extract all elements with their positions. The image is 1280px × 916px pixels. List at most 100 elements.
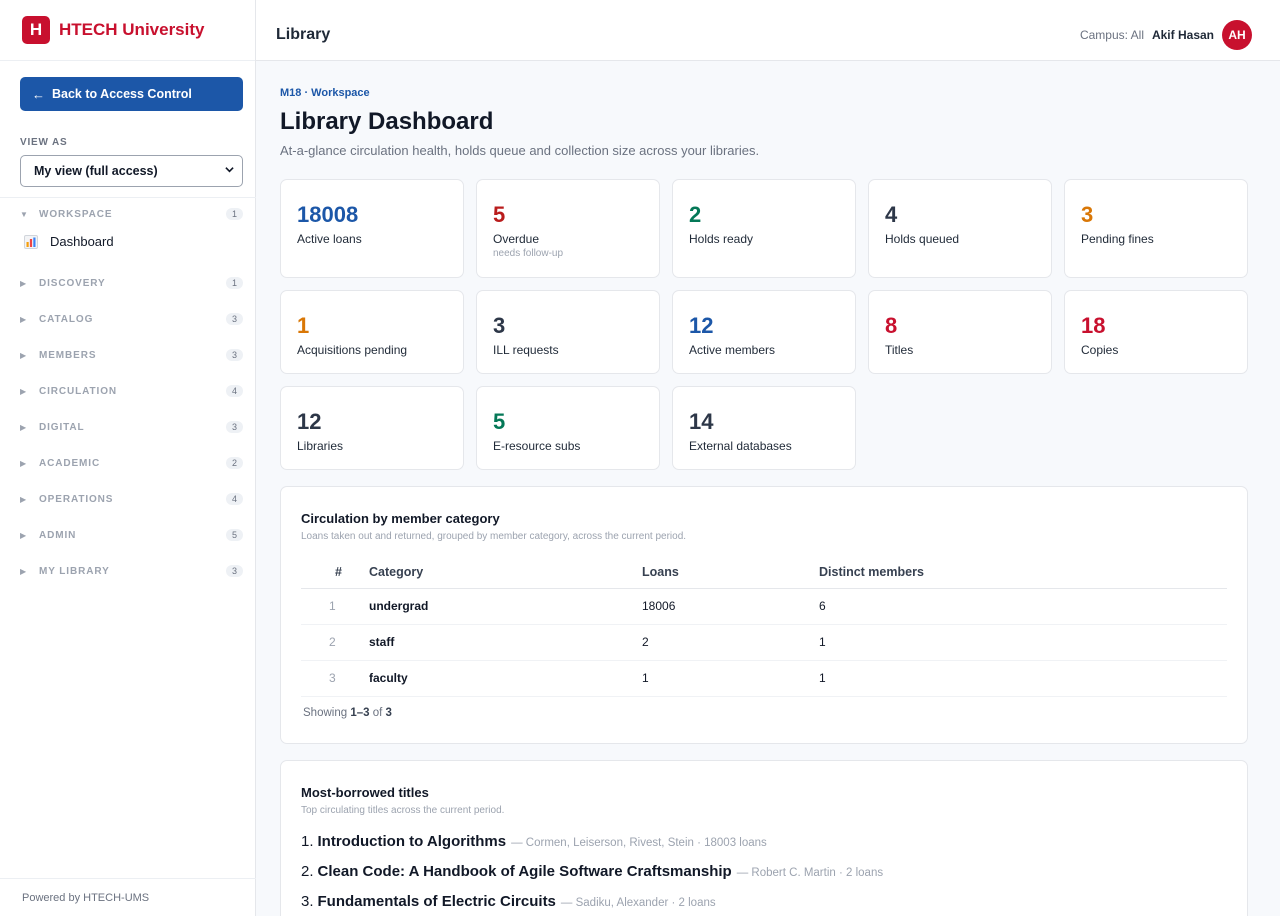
stat-label: ILL requests <box>493 343 559 357</box>
row-loans: 1 <box>642 660 819 697</box>
nav-group-operations[interactable]: ▶ OPERATIONS 4 <box>20 491 243 507</box>
header-title: Library <box>276 26 331 43</box>
view-as-label: VIEW AS <box>20 137 68 148</box>
caret-right-icon: ▶ <box>20 314 27 324</box>
nav-group-count: 4 <box>225 493 243 505</box>
column-header-distinct-members[interactable]: Distinct members <box>819 556 1227 589</box>
stat-label: External databases <box>689 439 792 453</box>
stat-card-holds-queued[interactable]: 4 Holds queued <box>868 179 1052 278</box>
row-index: 3 <box>301 660 369 697</box>
showing-prefix: Showing <box>303 707 348 719</box>
pagination-summary: Showing 1–3 of 3 <box>303 707 392 719</box>
stat-label: Holds queued <box>885 232 960 246</box>
view-as-value: My view (full access) <box>34 164 158 178</box>
stat-value: 3 <box>1081 202 1094 227</box>
table-row[interactable]: 1 undergrad 18006 6 <box>301 588 1227 625</box>
back-to-access-control-button[interactable]: ← Back to Access Control <box>20 77 243 111</box>
nav-group-my-library[interactable]: ▶ MY LIBRARY 3 <box>20 563 243 579</box>
stat-label: E-resource subs <box>493 439 581 453</box>
stat-card-active-loans[interactable]: 18008 Active loans <box>280 179 464 278</box>
book-meta: — Sadiku, Alexander · 2 loans <box>560 897 716 909</box>
table-row[interactable]: 2 staff 2 1 <box>301 624 1227 661</box>
stat-value: 18008 <box>297 202 359 227</box>
nav-group-discovery[interactable]: ▶ DISCOVERY 1 <box>20 275 243 291</box>
brand[interactable]: H HTECH University <box>0 0 255 61</box>
sidebar-item-label: Dashboard <box>50 234 114 249</box>
row-loans: 2 <box>642 624 819 661</box>
book-title: Clean Code: A Handbook of Agile Software… <box>317 863 732 880</box>
stat-value: 4 <box>885 202 898 227</box>
user-name[interactable]: Akif Hasan <box>1152 28 1214 42</box>
stat-note: needs follow-up <box>493 248 564 259</box>
stat-card-libraries[interactable]: 12 Libraries <box>280 386 464 470</box>
nav-group-count: 1 <box>225 208 243 220</box>
nav-group-digital[interactable]: ▶ DIGITAL 3 <box>20 419 243 435</box>
list-index: 1. <box>301 833 314 850</box>
stat-label: Active members <box>689 343 776 357</box>
avatar[interactable]: AH <box>1222 20 1252 50</box>
stat-value: 12 <box>297 409 322 434</box>
nav-group-circulation[interactable]: ▶ CIRCULATION 4 <box>20 383 243 399</box>
column-header-category[interactable]: Category <box>369 556 642 589</box>
stat-label: Copies <box>1081 343 1119 357</box>
nav-group-catalog[interactable]: ▶ CATALOG 3 <box>20 311 243 327</box>
nav-group-admin[interactable]: ▶ ADMIN 5 <box>20 527 243 543</box>
chevron-down-icon <box>225 167 234 173</box>
sidebar: H HTECH University ← Back to Access Cont… <box>0 0 256 916</box>
stat-card-active-members[interactable]: 12 Active members <box>672 290 856 374</box>
nav-group-label: MY LIBRARY <box>39 565 110 577</box>
stat-value: 2 <box>689 202 702 227</box>
sidebar-item-dashboard[interactable]: Dashboard <box>24 234 114 249</box>
stat-label: Pending fines <box>1081 232 1154 246</box>
stat-card-external-databases[interactable]: 14 External databases <box>672 386 856 470</box>
stat-card-titles[interactable]: 8 Titles <box>868 290 1052 374</box>
stat-label: Acquisitions pending <box>297 343 408 357</box>
column-header-loans[interactable]: Loans <box>642 556 819 589</box>
row-members: 1 <box>819 660 1227 697</box>
nav-group-count: 3 <box>225 421 243 433</box>
stat-card-acquisitions-pending[interactable]: 1 Acquisitions pending <box>280 290 464 374</box>
circulation-panel: Circulation by member category Loans tak… <box>280 486 1248 744</box>
stat-card-pending-fines[interactable]: 3 Pending fines <box>1064 179 1248 278</box>
stat-card-copies[interactable]: 18 Copies <box>1064 290 1248 374</box>
nav-group-academic[interactable]: ▶ ACADEMIC 2 <box>20 455 243 471</box>
nav-group-count: 5 <box>225 529 243 541</box>
column-header-index[interactable]: # <box>301 556 369 589</box>
nav-group-label: CATALOG <box>39 313 94 325</box>
stat-label: Holds ready <box>689 232 754 246</box>
nav-group-workspace[interactable]: ▼ WORKSPACE 1 <box>20 206 243 222</box>
most-borrowed-list: 1. Introduction to Algorithms — Cormen, … <box>301 833 883 916</box>
stat-card-e-resource-subs[interactable]: 5 E-resource subs <box>476 386 660 470</box>
nav-group-count: 2 <box>225 457 243 469</box>
stat-card-overdue[interactable]: 5 Overdue needs follow-up <box>476 179 660 278</box>
table-row[interactable]: 3 faculty 1 1 <box>301 660 1227 697</box>
back-button-label: Back to Access Control <box>52 87 192 101</box>
stat-value: 3 <box>493 313 506 338</box>
nav-group-label: ADMIN <box>39 529 77 541</box>
campus-filter[interactable]: Campus: All <box>1080 28 1144 42</box>
bar-chart-icon <box>24 234 38 249</box>
list-item[interactable]: 2. Clean Code: A Handbook of Agile Softw… <box>301 863 883 893</box>
page-subtitle: At-a-glance circulation health, holds qu… <box>280 143 760 158</box>
nav-group-count: 3 <box>225 565 243 577</box>
book-meta: — Robert C. Martin · 2 loans <box>736 867 884 879</box>
list-index: 2. <box>301 863 314 880</box>
list-item[interactable]: 1. Introduction to Algorithms — Cormen, … <box>301 833 883 863</box>
panel-title: Most-borrowed titles <box>301 785 429 800</box>
top-bar: Library Campus: All Akif Hasan AH <box>256 0 1280 61</box>
caret-right-icon: ▶ <box>20 530 27 540</box>
book-title: Fundamentals of Electric Circuits <box>317 893 556 910</box>
stat-card-ill-requests[interactable]: 3 ILL requests <box>476 290 660 374</box>
view-as-select[interactable]: My view (full access) <box>20 155 243 187</box>
list-item[interactable]: 3. Fundamentals of Electric Circuits — S… <box>301 893 883 916</box>
stat-label: Libraries <box>297 439 344 453</box>
nav-group-count: 3 <box>225 349 243 361</box>
stat-value: 14 <box>689 409 714 434</box>
stat-value: 5 <box>493 202 506 227</box>
brand-name: HTECH University <box>59 20 205 39</box>
nav-group-members[interactable]: ▶ MEMBERS 3 <box>20 347 243 363</box>
caret-right-icon: ▶ <box>20 566 27 576</box>
nav-group-label: WORKSPACE <box>39 208 113 220</box>
nav-group-label: OPERATIONS <box>39 493 114 505</box>
stat-card-holds-ready[interactable]: 2 Holds ready <box>672 179 856 278</box>
